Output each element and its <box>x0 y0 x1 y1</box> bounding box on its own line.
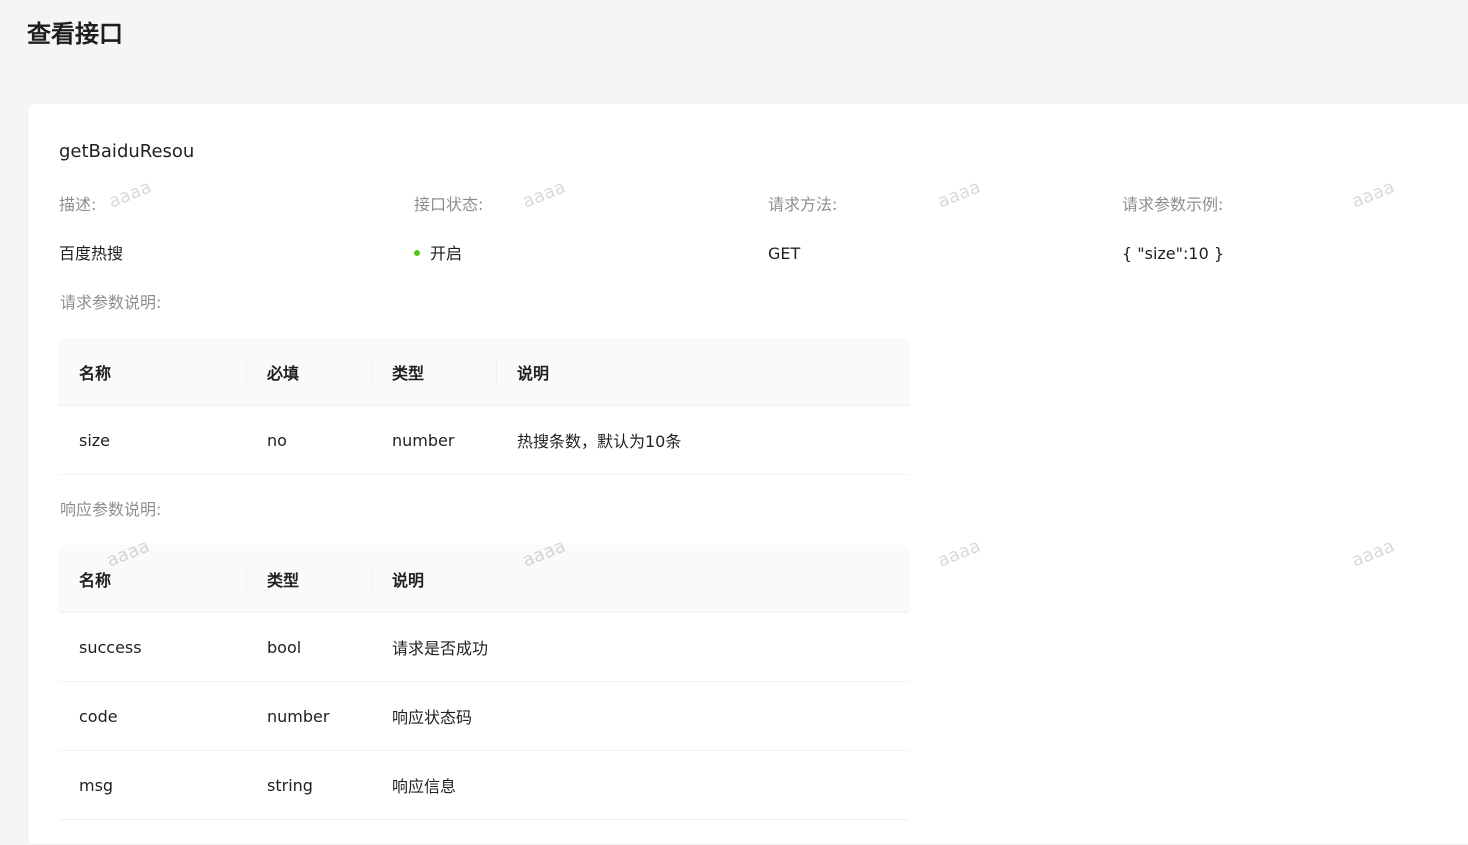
description-value: 百度热搜 <box>59 244 124 263</box>
table-header-row: 名称 必填 类型 说明 <box>59 338 909 406</box>
api-detail-card: getBaiduResou 描述: 接口状态: 请求方法: 请求参数示例: 百度… <box>27 103 1468 845</box>
table-cell: string <box>247 751 372 820</box>
request-params-table: 名称 必填 类型 说明 size no number 热搜条数，默认为10条 <box>59 338 909 475</box>
column-header: 类型 <box>372 338 497 406</box>
description-label: 描述: <box>59 195 97 214</box>
api-name: getBaiduResou <box>59 141 195 162</box>
status-value: 开启 <box>430 244 463 263</box>
column-header: 类型 <box>247 545 372 613</box>
table-cell: 热搜条数，默认为10条 <box>497 406 909 475</box>
method-label: 请求方法: <box>768 195 838 214</box>
column-header: 名称 <box>59 338 247 406</box>
table-cell: 请求是否成功 <box>372 613 909 682</box>
table-cell: bool <box>247 613 372 682</box>
table-cell: 响应信息 <box>372 751 909 820</box>
response-params-table: 名称 类型 说明 success bool 请求是否成功 code number… <box>59 545 909 820</box>
table-cell: code <box>59 682 247 751</box>
status-value-wrap: 开启 <box>414 242 462 266</box>
request-example-value: { "size":10 } <box>1122 244 1225 263</box>
table-cell: number <box>247 682 372 751</box>
table-cell: success <box>59 613 247 682</box>
request-example-label: 请求参数示例: <box>1122 195 1224 214</box>
page-title: 查看接口 <box>27 20 123 48</box>
table-header-row: 名称 类型 说明 <box>59 545 909 613</box>
request-params-label: 请求参数说明: <box>60 293 162 312</box>
table-row: msg string 响应信息 <box>59 751 909 820</box>
table-row: size no number 热搜条数，默认为10条 <box>59 406 909 475</box>
column-header: 说明 <box>497 338 909 406</box>
column-header: 名称 <box>59 545 247 613</box>
column-header: 必填 <box>247 338 372 406</box>
table-cell: size <box>59 406 247 475</box>
method-value: GET <box>768 244 801 263</box>
response-params-label: 响应参数说明: <box>60 500 162 519</box>
table-cell: 响应状态码 <box>372 682 909 751</box>
table-cell: msg <box>59 751 247 820</box>
table-row: code number 响应状态码 <box>59 682 909 751</box>
table-cell: no <box>247 406 372 475</box>
status-label: 接口状态: <box>414 195 484 214</box>
status-dot-icon <box>414 249 420 256</box>
column-header: 说明 <box>372 545 909 613</box>
table-row: success bool 请求是否成功 <box>59 613 909 682</box>
table-cell: number <box>372 406 497 475</box>
